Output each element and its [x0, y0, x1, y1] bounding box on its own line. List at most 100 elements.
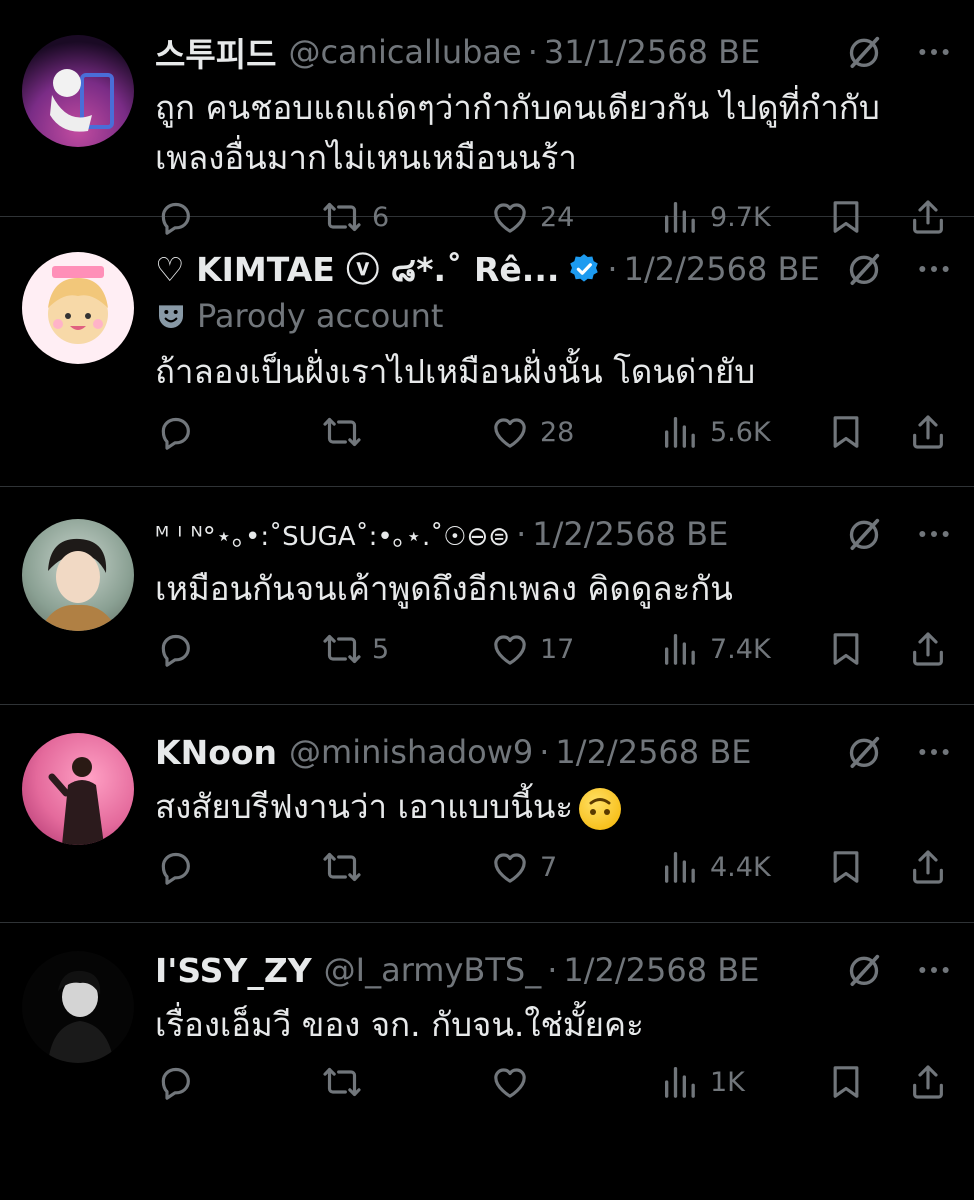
- reply-button[interactable]: [155, 847, 322, 887]
- avatar[interactable]: [22, 951, 134, 1063]
- share-icon: [908, 1062, 948, 1102]
- avatar[interactable]: [22, 252, 134, 364]
- bar-chart-icon: [660, 1062, 700, 1102]
- action-bar: 5 17 7.4K: [155, 627, 948, 671]
- view-count: 7.4K: [710, 633, 771, 665]
- handle[interactable]: @canicallubae: [288, 33, 521, 71]
- speech-bubble-icon: [155, 629, 195, 669]
- more-dots-icon[interactable]: [914, 514, 954, 554]
- upside-down-face-emoji: [579, 787, 622, 830]
- parody-account-text: Parody account: [197, 297, 444, 335]
- reply-button[interactable]: [155, 412, 322, 452]
- reply-button[interactable]: [155, 1062, 322, 1102]
- tweet-text: เหมือนกันจนเค้าพูดถึงอีกเพลง คิดดูละกัน: [155, 564, 944, 614]
- timestamp[interactable]: 1/2/2568 BE: [532, 515, 728, 553]
- heart-icon: [490, 412, 530, 452]
- like-count: 7: [540, 851, 558, 883]
- more-dots-icon[interactable]: [914, 249, 954, 289]
- share-icon: [908, 412, 948, 452]
- display-name[interactable]: 스투피드: [155, 28, 276, 76]
- timestamp[interactable]: 1/2/2568 BE: [563, 951, 759, 989]
- timestamp[interactable]: 1/2/2568 BE: [624, 250, 820, 288]
- tweet[interactable]: ᴹ ᴵ ᴺ°⋆｡•:˚SUGA˚:•｡⋆.˚☉⊖⊜ · 1/2/2568 BE …: [0, 487, 974, 705]
- bookmark-button[interactable]: [826, 847, 908, 887]
- retweet-button[interactable]: [322, 847, 490, 887]
- retweet-button[interactable]: [322, 412, 490, 452]
- retweet-icon: [322, 629, 362, 669]
- timestamp[interactable]: 31/1/2568 BE: [544, 33, 760, 71]
- tweet-text-line: เพลงอื่นมากไม่เหนเหมือนนร้า: [155, 138, 577, 177]
- verified-badge-icon: [567, 252, 601, 286]
- handle[interactable]: @minishadow9: [289, 733, 533, 771]
- like-count: 28: [540, 416, 575, 448]
- like-button[interactable]: 17: [490, 629, 660, 669]
- retweet-icon: [322, 1062, 362, 1102]
- like-button[interactable]: [490, 1062, 660, 1102]
- bookmark-button[interactable]: [826, 629, 908, 669]
- display-name[interactable]: KNoon: [155, 733, 277, 772]
- avatar[interactable]: [22, 519, 134, 631]
- parody-label: Parody account: [155, 297, 443, 335]
- speech-bubble-icon: [155, 847, 195, 887]
- retweet-count: 5: [372, 633, 390, 665]
- display-name[interactable]: ♡ KIMTAE ⓥ ๘*.˚ Rê...: [155, 243, 559, 296]
- more-dots-icon[interactable]: [914, 32, 954, 72]
- tweet-text: ถูก คนชอบแถแถ่ดๆว่ากำกับคนเดียวกัน ไปดูท…: [155, 83, 944, 183]
- retweet-button[interactable]: [322, 1062, 490, 1102]
- views-button[interactable]: 4.4K: [660, 847, 826, 887]
- speech-bubble-icon: [155, 1062, 195, 1102]
- share-button[interactable]: [908, 629, 948, 669]
- grok-icon[interactable]: [844, 950, 884, 990]
- display-name[interactable]: ᴹ ᴵ ᴺ°⋆｡•:˚SUGA˚:•｡⋆.˚☉⊖⊜: [155, 516, 510, 553]
- action-bar: 7 4.4K: [155, 845, 948, 889]
- tweet[interactable]: 스투피드 @canicallubae · 31/1/2568 BE ถูก คน…: [0, 0, 974, 217]
- tweet[interactable]: KNoon @minishadow9 · 1/2/2568 BE สงสัยบร…: [0, 705, 974, 923]
- tweet-text: ถ้าลองเป็นฝั่งเราไปเหมือนฝั่งนั้น โดนด่า…: [155, 347, 944, 397]
- separator-dot: ·: [547, 951, 558, 989]
- grok-icon[interactable]: [844, 732, 884, 772]
- separator-dot: ·: [527, 33, 538, 71]
- share-button[interactable]: [908, 1062, 948, 1102]
- grok-icon[interactable]: [844, 249, 884, 289]
- tweet-text-line: เหมือนกันจนเค้าพูดถึงอีกเพลง คิดดูละกัน: [155, 569, 733, 608]
- views-button[interactable]: 5.6K: [660, 412, 826, 452]
- share-button[interactable]: [908, 847, 948, 887]
- retweet-icon: [322, 847, 362, 887]
- grok-icon[interactable]: [844, 32, 884, 72]
- bookmark-button[interactable]: [826, 1062, 908, 1102]
- timestamp[interactable]: 1/2/2568 BE: [555, 733, 751, 771]
- tweet-text: สงสัยบรีฟงานว่า เอาแบบนี้นะ: [155, 782, 944, 832]
- like-count: 17: [540, 633, 575, 665]
- tweet-text-line: สงสัยบรีฟงานว่า เอาแบบนี้นะ: [155, 787, 574, 826]
- like-button[interactable]: 28: [490, 412, 660, 452]
- action-bar: 28 5.6K: [155, 410, 948, 454]
- views-button[interactable]: 1K: [660, 1062, 826, 1102]
- handle[interactable]: @I_armyBTS_: [324, 951, 542, 989]
- separator-dot: ·: [607, 250, 618, 288]
- share-icon: [908, 847, 948, 887]
- retweet-button[interactable]: 5: [322, 629, 490, 669]
- theater-mask-icon: [155, 300, 187, 332]
- grok-icon[interactable]: [844, 514, 884, 554]
- bar-chart-icon: [660, 847, 700, 887]
- retweet-icon: [322, 412, 362, 452]
- more-dots-icon[interactable]: [914, 950, 954, 990]
- avatar[interactable]: [22, 733, 134, 845]
- speech-bubble-icon: [155, 412, 195, 452]
- views-button[interactable]: 7.4K: [660, 629, 826, 669]
- reply-button[interactable]: [155, 629, 322, 669]
- tweet-text-line: ถูก คนชอบแถแถ่ดๆว่ากำกับคนเดียวกัน ไปดูท…: [155, 88, 880, 127]
- tweet[interactable]: ♡ KIMTAE ⓥ ๘*.˚ Rê... · 1/2/2568 BE Paro…: [0, 217, 974, 487]
- bar-chart-icon: [660, 629, 700, 669]
- share-button[interactable]: [908, 412, 948, 452]
- view-count: 5.6K: [710, 416, 771, 448]
- display-name[interactable]: I'SSY_ZY: [155, 951, 312, 990]
- tweet[interactable]: I'SSY_ZY @I_armyBTS_ · 1/2/2568 BE เรื่อ…: [0, 923, 974, 1182]
- heart-icon: [490, 1062, 530, 1102]
- bookmark-icon: [826, 412, 866, 452]
- avatar[interactable]: [22, 35, 134, 147]
- like-button[interactable]: 7: [490, 847, 660, 887]
- bookmark-button[interactable]: [826, 412, 908, 452]
- tweet-text-line: ถ้าลองเป็นฝั่งเราไปเหมือนฝั่งนั้น โดนด่า…: [155, 352, 756, 391]
- more-dots-icon[interactable]: [914, 732, 954, 772]
